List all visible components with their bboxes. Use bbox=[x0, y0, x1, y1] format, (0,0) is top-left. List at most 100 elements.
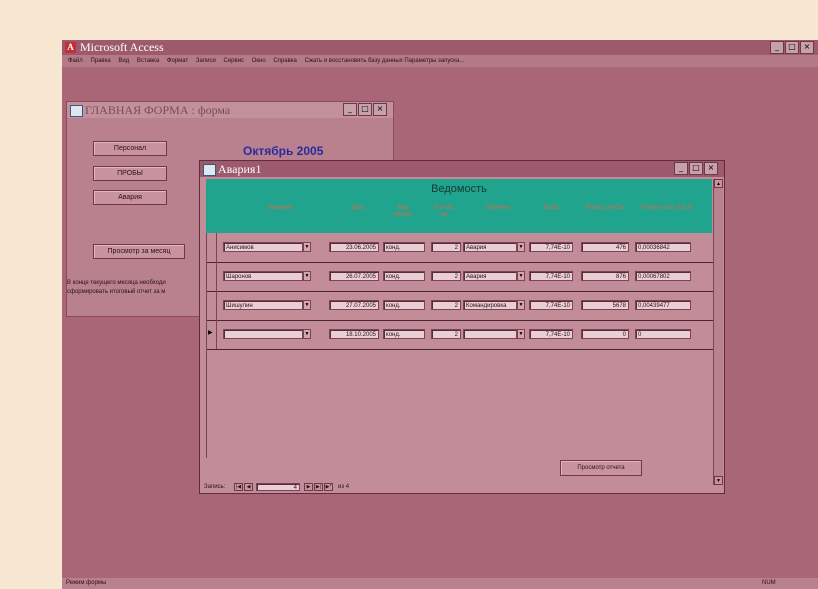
date-field[interactable]: 23.06.2005 bbox=[329, 242, 379, 252]
month-end-note: В конце текущего месяца необходи сформир… bbox=[67, 279, 207, 297]
row-selector[interactable] bbox=[207, 262, 217, 291]
scroll-up-icon[interactable]: ▲ bbox=[714, 179, 723, 188]
chevron-down-icon[interactable]: ▼ bbox=[303, 329, 311, 339]
maximize-button[interactable]: □ bbox=[785, 41, 799, 54]
menu-window[interactable]: Окно bbox=[252, 58, 266, 64]
reason-field[interactable]: Авария bbox=[463, 242, 517, 252]
status-num: NUM bbox=[762, 580, 776, 586]
maximize-button[interactable]: □ bbox=[358, 103, 372, 116]
accident-form-titlebar: Авария1 _ □ × bbox=[200, 161, 724, 177]
qty-field[interactable]: 2 bbox=[431, 300, 461, 310]
name-field[interactable]: Шаронов bbox=[223, 271, 303, 281]
menu-bar: Файл Правка Вид Вставка Формат Записи Се… bbox=[62, 55, 818, 67]
next-record-icon[interactable]: ▶ bbox=[304, 483, 313, 491]
minimize-button[interactable]: _ bbox=[343, 103, 357, 116]
menu-insert[interactable]: Вставка bbox=[137, 58, 159, 64]
accident-button[interactable]: Авария bbox=[93, 190, 167, 205]
scroll-down-icon[interactable]: ▼ bbox=[714, 476, 723, 485]
maximize-button[interactable]: □ bbox=[689, 162, 703, 175]
chevron-down-icon[interactable]: ▼ bbox=[303, 271, 311, 281]
table-row: ▶ ▼ 18.10.2005 конд. 2 ▼ 7,74E-10 0 0 bbox=[207, 320, 713, 350]
coef-field[interactable]: 7,74E-10 bbox=[529, 300, 573, 310]
volume-field[interactable]: 876 bbox=[581, 271, 629, 281]
coef-field[interactable]: 7,74E-10 bbox=[529, 329, 573, 339]
main-form-window-controls: _ □ × bbox=[343, 103, 387, 116]
new-record-icon[interactable]: ▶* bbox=[324, 483, 333, 491]
probes-button[interactable]: ПРОБЫ bbox=[93, 166, 167, 181]
vertical-scrollbar[interactable]: ▲ ▼ bbox=[713, 179, 723, 485]
col-header-volume: Расход, куб.м bbox=[585, 205, 625, 211]
access-logo-icon: A bbox=[65, 42, 76, 53]
close-button[interactable]: × bbox=[704, 162, 718, 175]
qty-field[interactable]: 2 bbox=[431, 329, 461, 339]
minimize-button[interactable]: _ bbox=[674, 162, 688, 175]
prev-record-icon[interactable]: ◀ bbox=[244, 483, 253, 491]
record-navigator: Запись: |◀ ◀ 4 ▶ ▶| ▶* из 4 bbox=[204, 483, 504, 492]
reason-field[interactable] bbox=[463, 329, 517, 339]
menu-records[interactable]: Записи bbox=[196, 58, 216, 64]
minimize-button[interactable]: _ bbox=[770, 41, 784, 54]
row-selector[interactable] bbox=[207, 233, 217, 262]
qty-field[interactable]: 2 bbox=[431, 242, 461, 252]
menu-edit[interactable]: Правка bbox=[90, 58, 110, 64]
note-line-2: сформировать итоговый отчет за м bbox=[67, 289, 166, 295]
chevron-down-icon[interactable]: ▼ bbox=[517, 242, 525, 252]
name-field[interactable]: Анисимов bbox=[223, 242, 303, 252]
loss-field[interactable]: 0,00439477 bbox=[635, 300, 691, 310]
row-selector[interactable]: ▶ bbox=[207, 320, 217, 349]
menu-file[interactable]: Файл bbox=[68, 58, 83, 64]
chevron-down-icon[interactable]: ▼ bbox=[517, 271, 525, 281]
kind-field[interactable]: конд. bbox=[383, 329, 425, 339]
form-icon bbox=[70, 105, 83, 117]
volume-field[interactable]: 0 bbox=[581, 329, 629, 339]
kind-field[interactable]: конд. bbox=[383, 271, 425, 281]
app-window-controls: _ □ × bbox=[770, 41, 814, 54]
month-label: Октябрь 2005 bbox=[243, 144, 324, 158]
date-field[interactable]: 27.07.2005 bbox=[329, 300, 379, 310]
kind-field[interactable]: конд. bbox=[383, 300, 425, 310]
coef-field[interactable]: 7,74E-10 bbox=[529, 271, 573, 281]
current-record-icon: ▶ bbox=[208, 330, 213, 336]
accident-form-window: Авария1 _ □ × Ведомость Фамилия Дата Вид… bbox=[199, 160, 725, 494]
chevron-down-icon[interactable]: ▼ bbox=[517, 329, 525, 339]
first-record-icon[interactable]: |◀ bbox=[234, 483, 243, 491]
accident-form-window-controls: _ □ × bbox=[674, 162, 718, 175]
app-title: Microsoft Access bbox=[80, 40, 164, 54]
menu-extra[interactable]: Сжать и восстановить базу данных Парамет… bbox=[305, 58, 465, 64]
records-area: Анисимов ▼ 23.06.2005 конд. 2 Авария ▼ 7… bbox=[206, 233, 713, 458]
coef-field[interactable]: 7,74E-10 bbox=[529, 242, 573, 252]
last-record-icon[interactable]: ▶| bbox=[314, 483, 323, 491]
reason-field[interactable]: Командировка bbox=[463, 300, 517, 310]
preview-report-button[interactable]: Просмотр отчета bbox=[560, 460, 642, 476]
menu-help[interactable]: Справка bbox=[273, 58, 297, 64]
close-button[interactable]: × bbox=[800, 41, 814, 54]
loss-field[interactable]: 0,00067802 bbox=[635, 271, 691, 281]
reason-field[interactable]: Авария bbox=[463, 271, 517, 281]
menu-format[interactable]: Формат bbox=[167, 58, 188, 64]
loss-field[interactable]: 0,00036842 bbox=[635, 242, 691, 252]
table-row: Шишулин ▼ 27.07.2005 конд. 2 Командировк… bbox=[207, 291, 713, 321]
chevron-down-icon[interactable]: ▼ bbox=[303, 242, 311, 252]
chevron-down-icon[interactable]: ▼ bbox=[303, 300, 311, 310]
menu-tools[interactable]: Сервис bbox=[224, 58, 245, 64]
monthly-view-button[interactable]: Просмотр за месяц bbox=[93, 244, 185, 259]
kind-field[interactable]: конд. bbox=[383, 242, 425, 252]
form-header: Ведомость Фамилия Дата Вид пробы Кол-во,… bbox=[206, 179, 712, 233]
volume-field[interactable]: 476 bbox=[581, 242, 629, 252]
personnel-button[interactable]: Персонал bbox=[93, 141, 167, 156]
loss-field[interactable]: 0 bbox=[635, 329, 691, 339]
menu-view[interactable]: Вид bbox=[118, 58, 129, 64]
name-field[interactable]: Шишулин bbox=[223, 300, 303, 310]
row-selector[interactable] bbox=[207, 291, 217, 320]
col-header-date: Дата bbox=[351, 205, 365, 211]
accident-form-title: Авария1 bbox=[218, 162, 262, 176]
nav-label: Запись: bbox=[204, 484, 226, 490]
chevron-down-icon[interactable]: ▼ bbox=[517, 300, 525, 310]
date-field[interactable]: 18.10.2005 bbox=[329, 329, 379, 339]
qty-field[interactable]: 2 bbox=[431, 271, 461, 281]
date-field[interactable]: 26.07.2005 bbox=[329, 271, 379, 281]
record-number-input[interactable]: 4 bbox=[256, 483, 300, 491]
name-field[interactable] bbox=[223, 329, 303, 339]
close-button[interactable]: × bbox=[373, 103, 387, 116]
volume-field[interactable]: 5678 bbox=[581, 300, 629, 310]
